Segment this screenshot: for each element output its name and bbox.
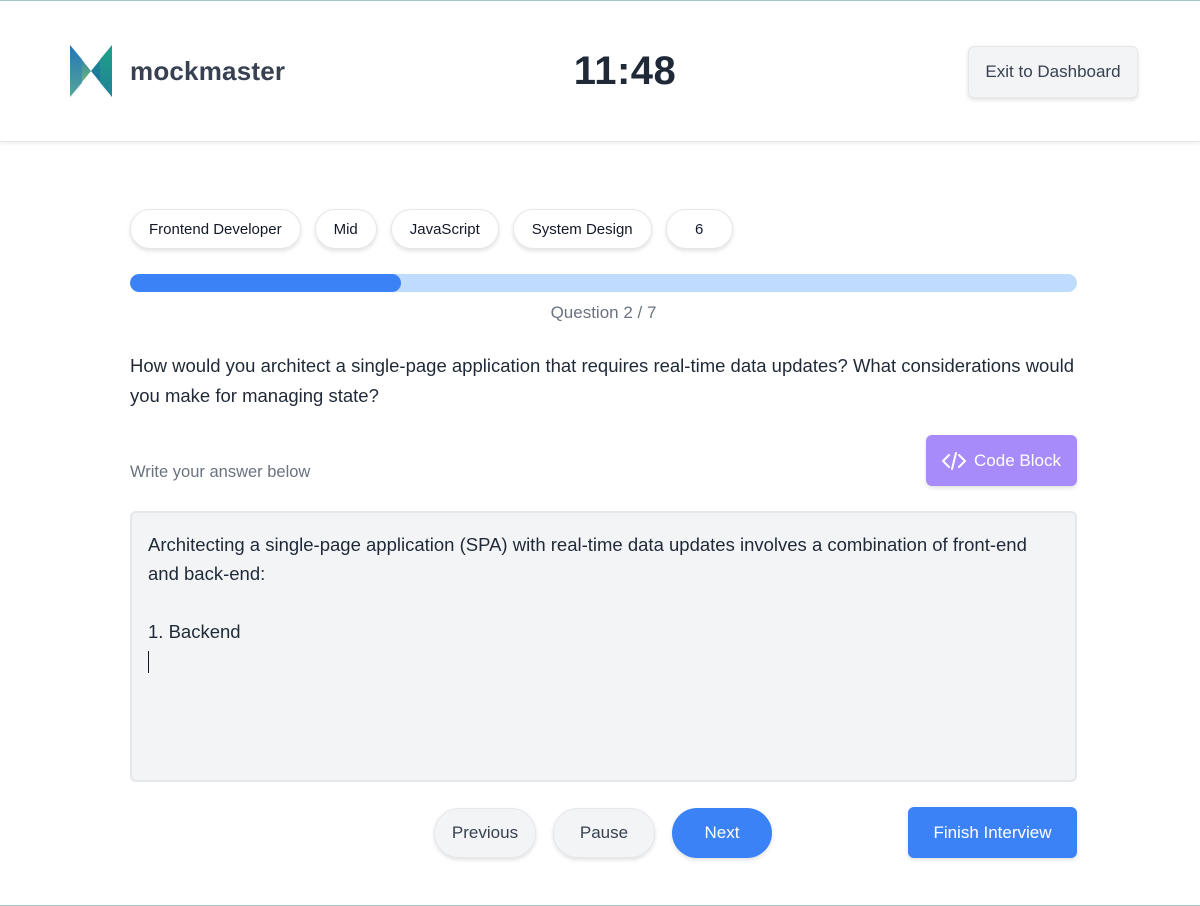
tag-role: Frontend Developer: [130, 209, 301, 249]
question-progress-bar: [130, 274, 1077, 292]
question-progress-fill: [130, 274, 401, 292]
tag-topic: System Design: [512, 209, 652, 249]
interview-page: mockmaster 11:48 Exit to Dashboard Front…: [0, 0, 1200, 906]
code-block-button[interactable]: Code Block: [926, 435, 1077, 486]
tag-count: 6: [665, 209, 733, 249]
interview-tags: Frontend Developer Mid JavaScript System…: [130, 209, 733, 249]
code-icon: [942, 451, 967, 470]
finish-interview-button[interactable]: Finish Interview: [908, 807, 1077, 858]
answer-textarea[interactable]: Architecting a single-page application (…: [130, 511, 1077, 782]
question-progress-label: Question 2 / 7: [550, 303, 657, 322]
answer-label: Write your answer below: [130, 463, 311, 481]
tag-language: JavaScript: [390, 209, 499, 249]
question-text: How would you architect a single-page ap…: [130, 355, 1075, 406]
text-cursor: [148, 651, 149, 674]
code-block-label: Code Block: [974, 450, 1061, 470]
pause-button[interactable]: Pause: [553, 808, 655, 858]
next-button[interactable]: Next: [672, 808, 772, 858]
header: mockmaster 11:48 Exit to Dashboard: [0, 1, 1200, 142]
answer-text: Architecting a single-page application (…: [148, 534, 1027, 642]
tag-level: Mid: [314, 209, 377, 249]
exit-to-dashboard-button[interactable]: Exit to Dashboard: [968, 46, 1138, 98]
previous-button[interactable]: Previous: [434, 808, 536, 858]
